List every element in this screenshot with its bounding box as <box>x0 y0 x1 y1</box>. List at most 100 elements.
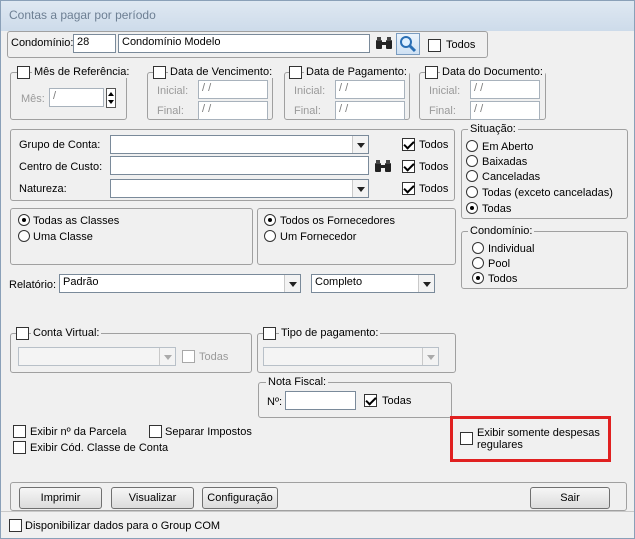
natureza-combo[interactable] <box>110 179 369 198</box>
cond-tipo-radio-todos[interactable] <box>472 272 484 284</box>
imprimir-button[interactable]: Imprimir <box>19 487 102 509</box>
magnifier-icon <box>400 36 417 53</box>
cond-tipo-group <box>461 231 628 289</box>
condominio-name-input[interactable]: Condomínio Modelo <box>118 34 370 53</box>
cond-tipo-label-pool: Pool <box>488 258 511 270</box>
conta-virtual-checkbox[interactable] <box>16 327 29 340</box>
separar-impostos-label: Separar Impostos <box>165 426 252 438</box>
despesas-regulares-checkbox[interactable] <box>460 432 473 445</box>
data-pag-final-label: Final: <box>294 105 321 117</box>
centro-todos-label: Todos <box>419 161 449 173</box>
situacao-radio-baixadas[interactable] <box>466 155 478 167</box>
situacao-label-baixadas: Baixadas <box>482 156 528 168</box>
situacao-radio-canceladas[interactable] <box>466 170 478 182</box>
centro-custo-input[interactable] <box>110 156 369 175</box>
binoculars-icon[interactable] <box>372 157 394 177</box>
nota-fiscal-todas-checkbox[interactable] <box>364 394 377 407</box>
condominio-todos-checkbox[interactable] <box>428 39 441 52</box>
nota-fiscal-todas-label: Todas <box>382 395 412 407</box>
situacao-label-em-aberto: Em Aberto <box>482 141 534 153</box>
centro-custo-label: Centro de Custo: <box>19 161 103 173</box>
relatorio-mode-value: Completo <box>315 276 363 288</box>
data-doc-title: Data do Documento: <box>440 66 545 78</box>
data-venc-final-input[interactable]: / / <box>198 101 268 120</box>
group-com-checkbox[interactable] <box>9 519 22 532</box>
parcela-checkbox[interactable] <box>13 425 26 438</box>
data-venc-inicial-label: Inicial: <box>157 85 189 97</box>
situacao-radio-todas[interactable] <box>466 202 478 214</box>
tipo-pag-checkbox[interactable] <box>263 327 276 340</box>
condominio-todos-label: Todos <box>446 39 476 51</box>
conta-virtual-combo[interactable] <box>18 347 176 366</box>
fornecedores-radio-todos[interactable] <box>264 214 276 226</box>
fornecedores-label-todos: Todos os Fornecedores <box>280 215 395 227</box>
classes-radio-uma[interactable] <box>18 230 30 242</box>
situacao-radio-em-aberto[interactable] <box>466 140 478 152</box>
data-pag-inicial-input[interactable]: / / <box>335 80 405 99</box>
report-window: Contas a pagar por período Condomínio: 2… <box>0 0 635 539</box>
cond-tipo-radio-pool[interactable] <box>472 257 484 269</box>
nota-fiscal-title: Nota Fiscal: <box>266 376 329 388</box>
data-pag-inicial-label: Inicial: <box>294 85 326 97</box>
mes-spinner[interactable] <box>106 88 116 108</box>
relatorio-combo[interactable]: Padrão <box>59 274 301 293</box>
grupo-conta-label: Grupo de Conta: <box>19 139 101 151</box>
group-com-label: Disponibilizar dados para o Group COM <box>25 520 221 532</box>
tipo-pag-combo[interactable] <box>263 347 439 366</box>
cond-tipo-label-todos: Todos <box>488 273 518 285</box>
mes-ref-title: Mês de Referência: <box>32 66 132 78</box>
cod-classe-label: Exibir Cód. Classe de Conta <box>30 442 169 454</box>
situacao-label-todas-exceto: Todas (exceto canceladas) <box>482 187 613 199</box>
cod-classe-checkbox[interactable] <box>13 441 26 454</box>
search-button[interactable] <box>396 33 420 55</box>
nota-fiscal-num-label: Nº: <box>267 396 283 408</box>
mes-ref-checkbox[interactable] <box>17 66 30 79</box>
data-pag-checkbox[interactable] <box>289 66 302 79</box>
data-doc-inicial-label: Inicial: <box>429 85 461 97</box>
data-venc-final-label: Final: <box>157 105 184 117</box>
separar-impostos-checkbox[interactable] <box>149 425 162 438</box>
grupo-todos-label: Todos <box>419 139 449 151</box>
natureza-todos-checkbox[interactable] <box>402 182 415 195</box>
situacao-label-todas: Todas <box>482 203 512 215</box>
grupo-todos-checkbox[interactable] <box>402 138 415 151</box>
data-venc-checkbox[interactable] <box>153 66 166 79</box>
situacao-title: Situação: <box>468 123 518 135</box>
relatorio-mode-combo[interactable]: Completo <box>311 274 435 293</box>
data-doc-inicial-input[interactable]: / / <box>470 80 540 99</box>
grupo-conta-combo[interactable] <box>110 135 369 154</box>
tipo-pag-title: Tipo de pagamento: <box>279 327 381 339</box>
situacao-label-canceladas: Canceladas <box>482 171 541 183</box>
cond-tipo-label-individual: Individual <box>488 243 535 255</box>
visualizar-button[interactable]: Visualizar <box>111 487 194 509</box>
data-pag-final-input[interactable]: / / <box>335 101 405 120</box>
mes-input[interactable]: / <box>49 88 104 107</box>
classes-label-uma: Uma Classe <box>33 231 93 243</box>
data-venc-inicial-input[interactable]: / / <box>198 80 268 99</box>
situacao-radio-todas-exceto[interactable] <box>466 186 478 198</box>
data-venc-title: Data de Vencimento: <box>168 66 275 78</box>
sair-button[interactable]: Sair <box>530 487 610 509</box>
conta-virtual-todas-checkbox[interactable] <box>182 350 195 363</box>
condominio-code-input[interactable]: 28 <box>73 34 116 53</box>
natureza-label: Natureza: <box>19 183 67 195</box>
window-title: Contas a pagar por período <box>1 1 634 31</box>
mes-label: Mês: <box>21 93 45 105</box>
despesas-regulares-label: Exibir somente despesas regulares <box>477 427 600 451</box>
cond-tipo-radio-individual[interactable] <box>472 242 484 254</box>
data-doc-final-input[interactable]: / / <box>470 101 540 120</box>
configuracao-button[interactable]: Configuração <box>202 487 278 509</box>
classes-label-todas: Todas as Classes <box>33 215 120 227</box>
fornecedores-label-um: Um Fornecedor <box>280 231 357 243</box>
data-doc-checkbox[interactable] <box>425 66 438 79</box>
data-doc-final-label: Final: <box>429 105 456 117</box>
binoculars-icon[interactable] <box>373 34 395 54</box>
parcela-label: Exibir nº da Parcela <box>30 426 127 438</box>
data-pag-title: Data de Pagamento: <box>304 66 409 78</box>
condominio-label: Condomínio: <box>11 37 74 49</box>
fornecedores-radio-um[interactable] <box>264 230 276 242</box>
relatorio-label: Relatório: <box>9 279 57 291</box>
classes-radio-todas[interactable] <box>18 214 30 226</box>
nota-fiscal-input[interactable] <box>285 391 356 410</box>
centro-todos-checkbox[interactable] <box>402 160 415 173</box>
